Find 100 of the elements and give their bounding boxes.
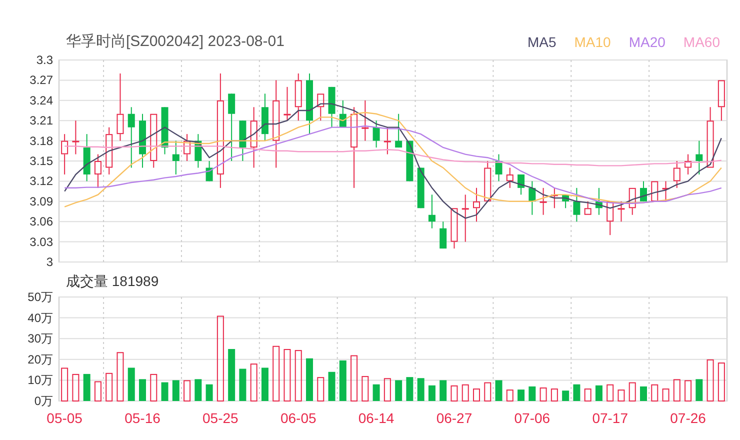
volume-bar — [306, 358, 313, 401]
volume-bar — [106, 372, 113, 402]
candlestick — [584, 200, 592, 216]
volume-bar — [172, 380, 180, 401]
legend-item: MA10 — [574, 33, 611, 51]
candlestick — [362, 100, 369, 142]
candlestick — [428, 194, 436, 229]
axis-label: 3.12 — [30, 174, 53, 188]
candlestick — [339, 100, 346, 128]
candlestick — [406, 140, 414, 182]
candlestick — [150, 113, 158, 168]
volume-bar — [72, 374, 80, 402]
volume-bar — [462, 384, 469, 402]
axis-label: 50万 — [28, 292, 53, 304]
volume-bar — [550, 388, 558, 402]
candlestick — [184, 134, 191, 162]
volume-bar — [116, 352, 124, 402]
candlestick — [372, 120, 380, 148]
candlestick — [518, 174, 525, 196]
candlestick — [206, 160, 213, 182]
candlestick — [684, 154, 692, 175]
volume-bar — [584, 388, 592, 402]
candlestick — [128, 106, 135, 168]
candlestick — [261, 93, 268, 142]
candlestick — [116, 72, 124, 142]
date-label: 05-05 — [46, 410, 82, 426]
candlestick — [61, 134, 68, 175]
axis-label: 30万 — [28, 332, 53, 346]
volume-bar — [484, 382, 492, 402]
volume-bar — [417, 378, 424, 401]
axis-label: 3 — [46, 255, 53, 269]
candlestick — [618, 200, 625, 222]
date-label: 06-05 — [280, 410, 316, 426]
candlestick — [718, 80, 725, 122]
volume-bar — [628, 382, 636, 402]
volume-bar — [94, 381, 102, 402]
axis-label: 10万 — [28, 373, 53, 388]
candlestick — [651, 180, 658, 202]
volume-bar — [184, 380, 191, 402]
candlestick — [250, 106, 258, 168]
chart-title: 华孚时尚[SZ002042] 2023-08-01 — [66, 33, 284, 51]
candlestick — [640, 180, 647, 202]
candlestick — [72, 120, 80, 155]
date-label: 06-27 — [436, 410, 472, 426]
candlestick — [83, 134, 90, 182]
volume-bar — [506, 390, 514, 402]
candlestick — [106, 126, 113, 175]
volume-bar — [372, 384, 380, 401]
axis-label: 3.3 — [36, 53, 53, 67]
volume-bar — [384, 378, 391, 402]
axis-label: 3.09 — [30, 194, 53, 208]
volume-bar — [450, 385, 458, 402]
volume-bar — [250, 364, 258, 402]
volume-bar — [272, 346, 280, 402]
candlestick — [628, 187, 636, 216]
candlestick — [172, 140, 180, 175]
volume-bar — [150, 374, 158, 402]
volume-bar — [540, 387, 547, 402]
volume-bar — [139, 379, 146, 401]
volume-bar — [406, 377, 414, 401]
axis-label: 0万 — [34, 394, 53, 408]
legend-item: MA60 — [683, 33, 720, 51]
volume-bar — [194, 379, 202, 401]
volume-bar — [61, 368, 68, 402]
volume-bar — [161, 382, 168, 401]
candlestick — [562, 194, 570, 209]
axis-label: 3.27 — [30, 73, 53, 88]
axis-label: 3.21 — [30, 114, 53, 128]
volume-bar — [317, 377, 324, 402]
volume-bar — [473, 388, 480, 402]
candlestick — [462, 194, 469, 242]
candlestick — [606, 200, 614, 236]
volume-bar — [83, 374, 90, 401]
candlestick — [161, 106, 168, 155]
axis-label: 3.18 — [30, 134, 53, 148]
candlestick — [484, 160, 492, 202]
volume-bar — [562, 390, 570, 401]
volume-bar — [395, 380, 402, 401]
date-label: 07-06 — [514, 410, 550, 426]
volume-bar — [128, 368, 135, 401]
candlestick — [194, 134, 202, 168]
axis-label: 3.03 — [30, 234, 53, 249]
candlestick — [395, 113, 402, 148]
candlestick — [573, 187, 580, 222]
volume-bar — [606, 384, 614, 402]
volume-bar — [651, 384, 658, 402]
candlestick — [294, 72, 302, 122]
candlestick — [450, 208, 458, 250]
candlestick — [306, 72, 313, 135]
candlestick — [384, 126, 391, 155]
candlestick — [284, 86, 291, 122]
candlestick — [94, 154, 102, 188]
volume-bar — [261, 368, 268, 401]
axis-label: 3.15 — [30, 154, 53, 168]
volume-bar — [206, 384, 213, 401]
candlestick — [317, 93, 324, 122]
volume-bar — [350, 355, 358, 402]
candlestick — [473, 187, 480, 222]
volume-bar — [228, 349, 236, 401]
date-label: 05-16 — [124, 410, 160, 426]
